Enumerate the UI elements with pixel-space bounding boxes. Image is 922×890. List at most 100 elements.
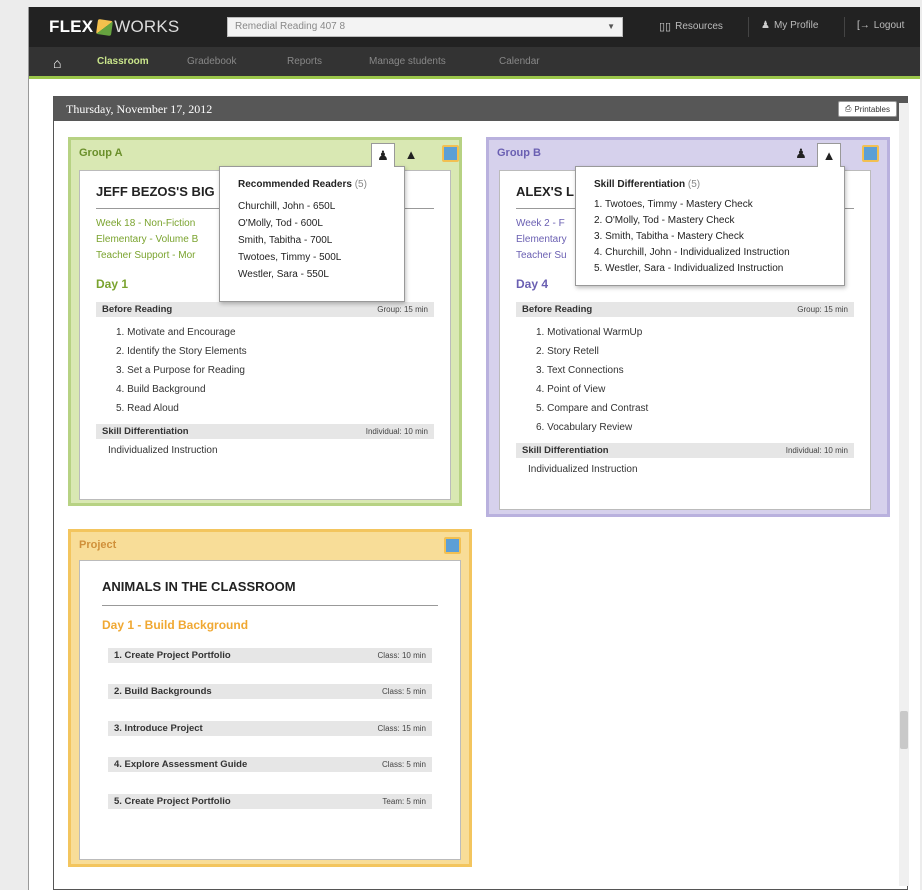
logo-text-works: WORKS bbox=[114, 17, 180, 36]
step-item[interactable]: 5. Compare and Contrast bbox=[536, 403, 648, 414]
project-step[interactable]: 3. Introduce Project Class: 15 min bbox=[108, 721, 432, 736]
lesson-level[interactable]: Elementary bbox=[516, 234, 567, 245]
date-bar: Thursday, November 17, 2012 ⎙ Printables bbox=[54, 97, 907, 121]
popover-count: (5) bbox=[687, 179, 701, 190]
lesson-document-icon[interactable] bbox=[862, 145, 879, 162]
student-item[interactable]: 1. Twotoes, Timmy - Mastery Check bbox=[594, 199, 753, 210]
tab-gradebook[interactable]: Gradebook bbox=[187, 56, 236, 67]
group-b-header: Group B ♟ ▲ bbox=[489, 140, 887, 168]
project-card: ANIMALS IN THE CLASSROOM Day 1 - Build B… bbox=[79, 560, 461, 860]
project-name: ANIMALS IN THE CLASSROOM bbox=[102, 579, 296, 594]
flexworks-logo[interactable]: FLEX WORKS bbox=[49, 15, 179, 39]
printables-button[interactable]: ⎙ Printables bbox=[838, 101, 897, 117]
popover-count: (5) bbox=[354, 179, 367, 190]
readers-icon[interactable]: ♟ bbox=[789, 143, 813, 165]
section-time: Individual: 10 min bbox=[785, 446, 848, 455]
step-item[interactable]: 1. Motivate and Encourage bbox=[116, 327, 236, 338]
step-time: Class: 10 min bbox=[377, 651, 426, 660]
project-header: Project bbox=[71, 532, 469, 560]
step-item[interactable]: Individualized Instruction bbox=[108, 445, 218, 456]
lesson-title: JEFF BEZOS'S BIG bbox=[96, 184, 215, 199]
tab-manage-students[interactable]: Manage students bbox=[369, 56, 446, 67]
group-b-title: Group B bbox=[497, 147, 541, 159]
reader-item[interactable]: Twotoes, Timmy - 500L bbox=[238, 252, 341, 263]
step-item[interactable]: 5. Read Aloud bbox=[116, 403, 179, 414]
step-item[interactable]: Individualized Instruction bbox=[528, 464, 638, 475]
class-select[interactable]: Remedial Reading 407 8 ▼ bbox=[227, 17, 623, 37]
step-item[interactable]: 6. Vocabulary Review bbox=[536, 422, 632, 433]
logout-icon: [→ bbox=[857, 20, 870, 31]
divider bbox=[748, 17, 749, 37]
step-time: Class: 5 min bbox=[381, 687, 426, 696]
user-icon: ♟ bbox=[761, 20, 770, 31]
skill-differentiation-section[interactable]: Skill Differentiation Individual: 10 min bbox=[96, 424, 434, 439]
step-item[interactable]: 4. Point of View bbox=[536, 384, 605, 395]
section-label: Before Reading bbox=[102, 304, 173, 315]
project-day: Day 1 - Build Background bbox=[102, 618, 249, 632]
step-item[interactable]: 1. Motivational WarmUp bbox=[536, 327, 642, 338]
group-a-title: Group A bbox=[79, 147, 123, 159]
reader-item[interactable]: Westler, Sara - 550L bbox=[238, 269, 329, 280]
student-item[interactable]: 3. Smith, Tabitha - Mastery Check bbox=[594, 231, 744, 242]
scrollbar-thumb[interactable] bbox=[900, 711, 908, 749]
project-step[interactable]: 2. Build Backgrounds Class: 5 min bbox=[108, 684, 432, 699]
project-step[interactable]: 4. Explore Assessment Guide Class: 5 min bbox=[108, 757, 432, 772]
my-profile-label: My Profile bbox=[773, 20, 819, 31]
tab-classroom[interactable]: Classroom bbox=[97, 56, 149, 67]
readers-icon[interactable]: ♟ bbox=[371, 143, 395, 167]
lesson-week[interactable]: Week 2 - F bbox=[516, 218, 565, 229]
lesson-document-icon[interactable] bbox=[442, 145, 459, 162]
warning-icon[interactable]: ▲ bbox=[399, 143, 423, 165]
teacher-support-link[interactable]: Teacher Su bbox=[516, 250, 567, 261]
divider bbox=[102, 605, 438, 606]
reader-item[interactable]: Churchill, John - 650L bbox=[238, 201, 335, 212]
logo-cube-icon bbox=[96, 18, 114, 36]
section-label: Skill Differentiation bbox=[102, 426, 189, 437]
student-item[interactable]: 4. Churchill, John - Individualized Inst… bbox=[594, 247, 790, 258]
group-a-panel: Group A ♟ ▲ JEFF BEZOS'S BIG Week 18 - N… bbox=[68, 137, 462, 506]
my-profile-link[interactable]: ♟ My Profile bbox=[761, 20, 818, 31]
step-item[interactable]: 4. Build Background bbox=[116, 384, 206, 395]
skill-differentiation-section[interactable]: Skill Differentiation Individual: 10 min bbox=[516, 443, 854, 458]
step-item[interactable]: 2. Identify the Story Elements bbox=[116, 346, 247, 357]
logo-text-flex: FLEX bbox=[49, 17, 94, 36]
tab-reports[interactable]: Reports bbox=[287, 56, 322, 67]
skill-differentiation-popover: Skill Differentiation (5) 1. Twotoes, Ti… bbox=[575, 166, 845, 286]
main-nav: ⌂ Classroom Gradebook Reports Manage stu… bbox=[29, 47, 920, 79]
step-label: 4. Explore Assessment Guide bbox=[114, 759, 248, 770]
section-time: Group: 15 min bbox=[797, 305, 848, 314]
project-step[interactable]: 1. Create Project Portfolio Class: 10 min bbox=[108, 648, 432, 663]
book-icon: ▯▯ bbox=[659, 21, 672, 33]
step-item[interactable]: 3. Text Connections bbox=[536, 365, 624, 376]
before-reading-section[interactable]: Before Reading Group: 15 min bbox=[516, 302, 854, 317]
student-item[interactable]: 5. Westler, Sara - Individualized Instru… bbox=[594, 263, 783, 274]
lesson-title: ALEX'S L bbox=[516, 184, 574, 199]
vertical-scrollbar[interactable] bbox=[899, 103, 909, 886]
chevron-down-icon: ▼ bbox=[607, 22, 615, 31]
project-step[interactable]: 5. Create Project Portfolio Team: 5 min bbox=[108, 794, 432, 809]
day-label: Day 4 bbox=[516, 277, 549, 291]
resources-link[interactable]: ▯▯ Resources bbox=[659, 20, 723, 33]
divider bbox=[844, 17, 845, 37]
lesson-level[interactable]: Elementary - Volume B bbox=[96, 234, 198, 245]
reader-item[interactable]: Smith, Tabitha - 700L bbox=[238, 235, 332, 246]
popover-title-text: Skill Differentiation bbox=[594, 179, 686, 190]
tab-calendar[interactable]: Calendar bbox=[499, 56, 540, 67]
printer-icon: ⎙ bbox=[845, 104, 852, 113]
student-item[interactable]: 2. O'Molly, Tod - Mastery Check bbox=[594, 215, 734, 226]
step-item[interactable]: 3. Set a Purpose for Reading bbox=[116, 365, 245, 376]
project-document-icon[interactable] bbox=[444, 537, 461, 554]
warning-icon[interactable]: ▲ bbox=[817, 143, 841, 167]
step-time: Team: 5 min bbox=[382, 797, 426, 806]
reader-item[interactable]: O'Molly, Tod - 600L bbox=[238, 218, 323, 229]
lesson-week[interactable]: Week 18 - Non-Fiction bbox=[96, 218, 195, 229]
step-label: 3. Introduce Project bbox=[114, 723, 203, 734]
teacher-support-link[interactable]: Teacher Support - Mor bbox=[96, 250, 196, 261]
logout-link[interactable]: [→ Logout bbox=[857, 20, 904, 31]
step-item[interactable]: 2. Story Retell bbox=[536, 346, 599, 357]
step-label: 5. Create Project Portfolio bbox=[114, 796, 231, 807]
home-icon[interactable]: ⌂ bbox=[53, 55, 61, 71]
before-reading-section[interactable]: Before Reading Group: 15 min bbox=[96, 302, 434, 317]
resources-label: Resources bbox=[675, 21, 723, 32]
printables-label: Printables bbox=[854, 104, 890, 114]
